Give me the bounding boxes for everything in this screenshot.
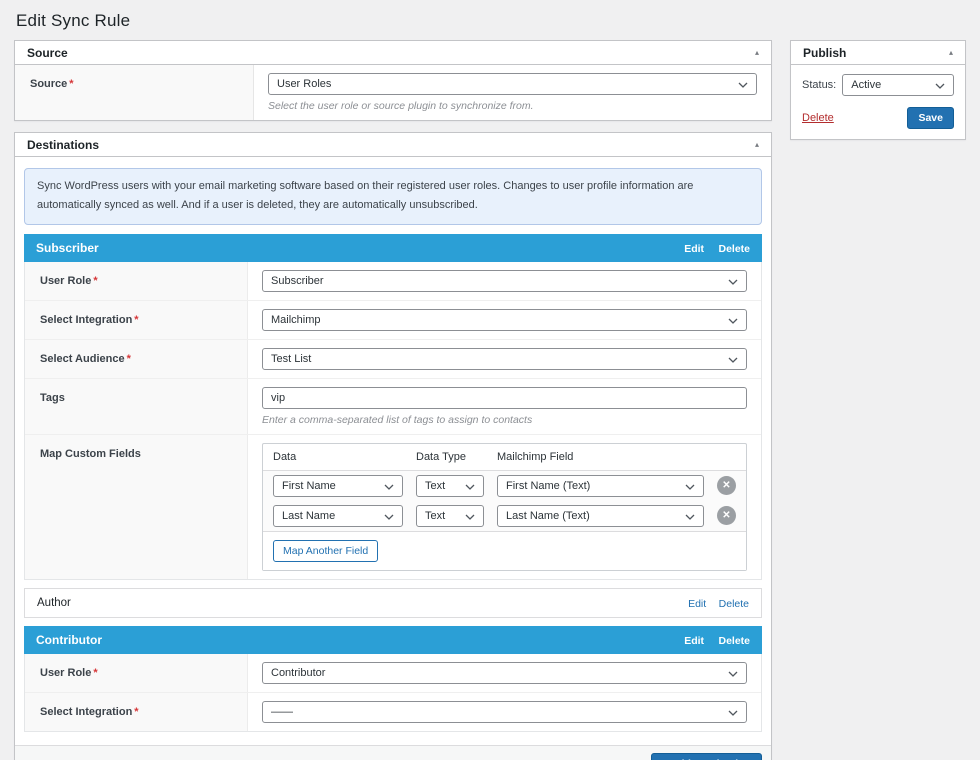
contributor-delete-link[interactable]: Delete <box>718 635 750 647</box>
author-title: Author <box>37 597 71 609</box>
source-row: Source* User Roles Select the user role … <box>15 65 771 120</box>
add-destination-button[interactable]: + Add Destination <box>651 753 762 760</box>
user-role-select[interactable]: Subscriber <box>262 270 747 292</box>
author-edit-link[interactable]: Edit <box>688 598 706 610</box>
chevron-down-icon <box>685 484 695 490</box>
chevron-down-icon <box>728 710 738 716</box>
map-field-row: First Name Text <box>263 471 746 501</box>
integration-select[interactable]: —— <box>262 701 747 723</box>
audience-row: Select Audience* Test List <box>25 339 761 378</box>
save-button[interactable]: Save <box>907 107 954 129</box>
source-panel-header: Source ▴ <box>15 41 771 65</box>
remove-row-icon[interactable]: ✕ <box>717 506 736 525</box>
map-fields-header-row: Data Data Type Mailchimp Field <box>263 444 746 471</box>
tags-help-text: Enter a comma-separated list of tags to … <box>262 414 747 426</box>
status-label: Status: <box>802 79 836 91</box>
chevron-down-icon <box>728 671 738 677</box>
integration-row: Select Integration* Mailchimp <box>25 300 761 339</box>
required-asterisk: * <box>93 667 97 679</box>
audience-label: Select Audience* <box>25 340 248 378</box>
user-role-label: User Role* <box>25 262 248 300</box>
chevron-down-icon <box>384 514 394 520</box>
required-asterisk: * <box>134 314 138 326</box>
required-asterisk: * <box>127 353 131 365</box>
source-select-value: User Roles <box>277 78 331 90</box>
source-label: Source* <box>15 65 254 120</box>
subscriber-delete-link[interactable]: Delete <box>718 243 750 255</box>
user-role-row: User Role* Subscriber <box>25 262 761 300</box>
delete-rule-link[interactable]: Delete <box>802 112 834 124</box>
integration-select[interactable]: Mailchimp <box>262 309 747 331</box>
integration-label: Select Integration* <box>25 301 248 339</box>
destinations-panel: Destinations ▴ Sync WordPress users with… <box>14 132 772 760</box>
page-title: Edit Sync Rule <box>14 0 966 40</box>
chevron-down-icon <box>728 318 738 324</box>
tags-row: Tags Enter a comma-separated list of tag… <box>25 378 761 434</box>
publish-panel-title: Publish <box>803 46 846 60</box>
required-asterisk: * <box>134 706 138 718</box>
destinations-panel-title: Destinations <box>27 138 99 152</box>
source-help-text: Select the user role or source plugin to… <box>268 100 757 112</box>
destination-author: Author Edit Delete <box>24 588 762 618</box>
integration-label: Select Integration* <box>25 693 248 731</box>
map-data-select[interactable]: Last Name <box>273 505 403 527</box>
map-type-select[interactable]: Text <box>416 475 484 497</box>
collapse-toggle-icon[interactable]: ▴ <box>755 141 759 149</box>
audience-select[interactable]: Test List <box>262 348 747 370</box>
chevron-down-icon <box>465 484 475 490</box>
tags-input[interactable] <box>262 387 747 409</box>
subscriber-title: Subscriber <box>36 241 99 255</box>
column-header-data: Data <box>273 451 403 463</box>
contributor-edit-link[interactable]: Edit <box>684 635 704 647</box>
destinations-footer: + Add Destination <box>15 745 771 760</box>
map-another-field-button[interactable]: Map Another Field <box>273 540 378 562</box>
collapse-toggle-icon[interactable]: ▴ <box>949 49 953 57</box>
contributor-title: Contributor <box>36 633 102 647</box>
source-panel-title: Source <box>27 46 68 60</box>
user-role-select[interactable]: Contributor <box>262 662 747 684</box>
user-role-row: User Role* Contributor <box>25 654 761 692</box>
info-notice: Sync WordPress users with your email mar… <box>24 168 762 225</box>
chevron-down-icon <box>728 357 738 363</box>
author-delete-link[interactable]: Delete <box>719 598 749 610</box>
column-header-mailchimp-field: Mailchimp Field <box>497 451 736 463</box>
source-panel: Source ▴ Source* User Roles Select the u… <box>14 40 772 121</box>
map-data-select[interactable]: First Name <box>273 475 403 497</box>
source-select[interactable]: User Roles <box>268 73 757 95</box>
collapse-toggle-icon[interactable]: ▴ <box>755 49 759 57</box>
chevron-down-icon <box>738 82 748 88</box>
subscriber-header-bar: Subscriber Edit Delete <box>24 234 762 262</box>
publish-panel-header: Publish ▴ <box>791 41 965 65</box>
map-custom-fields-row: Map Custom Fields Data Data Type Mailchi… <box>25 434 761 579</box>
map-mailchimp-field-select[interactable]: First Name (Text) <box>497 475 704 497</box>
subscriber-edit-link[interactable]: Edit <box>684 243 704 255</box>
destinations-panel-header: Destinations ▴ <box>15 133 771 157</box>
integration-row: Select Integration* —— <box>25 692 761 731</box>
destination-subscriber: Subscriber Edit Delete User Role* <box>24 234 762 580</box>
chevron-down-icon <box>685 514 695 520</box>
contributor-header-bar: Contributor Edit Delete <box>24 626 762 654</box>
publish-panel: Publish ▴ Status: Active Delete Save <box>790 40 966 140</box>
destination-contributor: Contributor Edit Delete User Role* <box>24 626 762 732</box>
required-asterisk: * <box>93 275 97 287</box>
map-fields-table: Data Data Type Mailchimp Field First Nam… <box>262 443 747 571</box>
required-asterisk: * <box>69 78 73 90</box>
user-role-label: User Role* <box>25 654 248 692</box>
map-field-row: Last Name Text <box>263 501 746 531</box>
chevron-down-icon <box>384 484 394 490</box>
tags-label: Tags <box>25 379 248 434</box>
map-custom-fields-label: Map Custom Fields <box>25 435 248 579</box>
column-header-data-type: Data Type <box>416 451 484 463</box>
map-mailchimp-field-select[interactable]: Last Name (Text) <box>497 505 704 527</box>
chevron-down-icon <box>935 83 945 89</box>
remove-row-icon[interactable]: ✕ <box>717 476 736 495</box>
map-type-select[interactable]: Text <box>416 505 484 527</box>
chevron-down-icon <box>728 279 738 285</box>
admin-page: Edit Sync Rule Source ▴ Source* User Rol… <box>0 0 980 760</box>
chevron-down-icon <box>465 514 475 520</box>
status-select[interactable]: Active <box>842 74 954 96</box>
